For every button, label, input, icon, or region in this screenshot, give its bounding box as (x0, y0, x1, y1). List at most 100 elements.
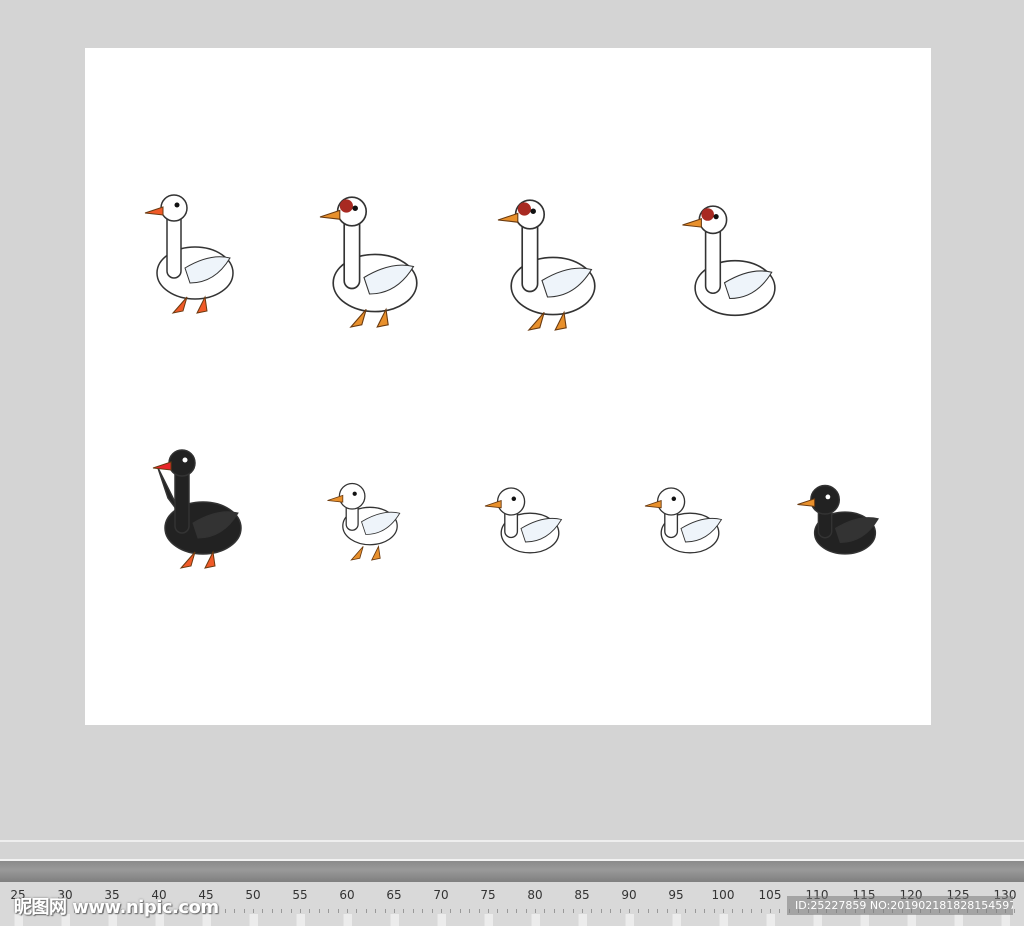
ruler-cell (484, 914, 493, 926)
ruler-tick (563, 909, 565, 913)
ruler-tick (459, 909, 461, 913)
bird-goose (319, 196, 418, 328)
ruler-cell (296, 914, 305, 926)
ruler-tick (779, 909, 781, 913)
ruler-label: 95 (668, 888, 684, 902)
watermark-logo: 昵图网 www.nipic.com (14, 897, 219, 918)
ruler-label: 65 (386, 888, 402, 902)
bird-swan (152, 449, 242, 569)
ruler-tick (469, 909, 471, 913)
ruler-tick (384, 909, 386, 913)
ruler-cell (813, 914, 822, 926)
ruler-tick (271, 909, 273, 913)
ruler-tick (676, 909, 677, 913)
ruler-tick (253, 909, 254, 913)
ruler-label: 60 (339, 888, 355, 902)
ruler-tick (281, 909, 283, 913)
ruler-tick (506, 909, 508, 913)
ruler-tick (610, 909, 612, 913)
ruler-cell (1001, 914, 1010, 926)
ruler-tick (243, 909, 245, 913)
ruler-label: 105 (758, 888, 782, 902)
ruler-tick (403, 909, 405, 913)
ruler-tick (450, 909, 452, 913)
ruler-tick (741, 909, 743, 913)
ruler-cell (719, 914, 728, 926)
ruler-cell (437, 914, 446, 926)
bird-duck (797, 484, 879, 555)
ruler-tick (290, 909, 292, 913)
ruler-tick (582, 909, 583, 913)
bird-illustrations (144, 194, 879, 569)
ruler-tick (300, 909, 301, 913)
bird-goose (144, 194, 234, 314)
image-id-label: ID:25227859 NO:20190218182815459711 (787, 896, 1013, 915)
ruler-tick (224, 909, 226, 913)
ruler-cell (954, 914, 963, 926)
ruler-cell (625, 914, 634, 926)
ruler-tick (375, 909, 377, 913)
ruler-tick (431, 909, 433, 913)
ruler-tick (751, 909, 753, 913)
bird-duckling (644, 487, 723, 554)
divider (0, 840, 1024, 842)
ruler-tick (394, 909, 395, 913)
ruler-label: 55 (292, 888, 308, 902)
ruler-tick (1014, 909, 1016, 913)
ruler-tick (262, 909, 264, 913)
ruler-label: 50 (245, 888, 261, 902)
timeline-bar (0, 861, 1024, 882)
ruler-tick (600, 909, 602, 913)
ruler-tick (516, 909, 518, 913)
ruler-tick (553, 909, 555, 913)
ruler-label: 100 (711, 888, 735, 902)
ruler-cell (672, 914, 681, 926)
ruler-label: 90 (621, 888, 637, 902)
bird-goose (497, 199, 596, 331)
ruler-label: 80 (527, 888, 543, 902)
ruler-tick (234, 909, 236, 913)
ruler-cell (766, 914, 775, 926)
ruler-tick (666, 909, 668, 913)
ruler-tick (770, 909, 771, 913)
ruler-tick (497, 909, 499, 913)
ruler-tick (572, 909, 574, 913)
ruler-tick (685, 909, 687, 913)
ruler-tick (544, 909, 546, 913)
bird-duckling (484, 487, 563, 554)
ruler-tick (657, 909, 659, 913)
ruler-label: 75 (480, 888, 496, 902)
ruler-tick (591, 909, 593, 913)
ruler-tick (356, 909, 358, 913)
ruler-tick (337, 909, 339, 913)
ruler-tick (365, 909, 367, 913)
ruler-tick (704, 909, 706, 913)
ruler-tick (525, 909, 527, 913)
ruler-cell (343, 914, 352, 926)
ruler-tick (441, 909, 442, 913)
ruler-tick (478, 909, 480, 913)
ruler-tick (328, 909, 330, 913)
ruler-tick (488, 909, 489, 913)
artboard (85, 48, 931, 725)
ruler-tick (629, 909, 630, 913)
ruler-tick (713, 909, 715, 913)
ruler-tick (694, 909, 696, 913)
ruler-tick (309, 909, 311, 913)
ruler-label: 85 (574, 888, 590, 902)
ruler-cell (249, 914, 258, 926)
ruler-tick (723, 909, 724, 913)
ruler-tick (422, 909, 424, 913)
ruler-tick (535, 909, 536, 913)
ruler-tick (347, 909, 348, 913)
ruler-cell (390, 914, 399, 926)
ruler-tick (318, 909, 320, 913)
ruler-tick (760, 909, 762, 913)
ruler-cell (860, 914, 869, 926)
ruler-cell (578, 914, 587, 926)
ruler-tick (647, 909, 649, 913)
ruler-tick (619, 909, 621, 913)
ruler-label: 70 (433, 888, 449, 902)
ruler-cell (907, 914, 916, 926)
bird-goose (682, 205, 776, 317)
